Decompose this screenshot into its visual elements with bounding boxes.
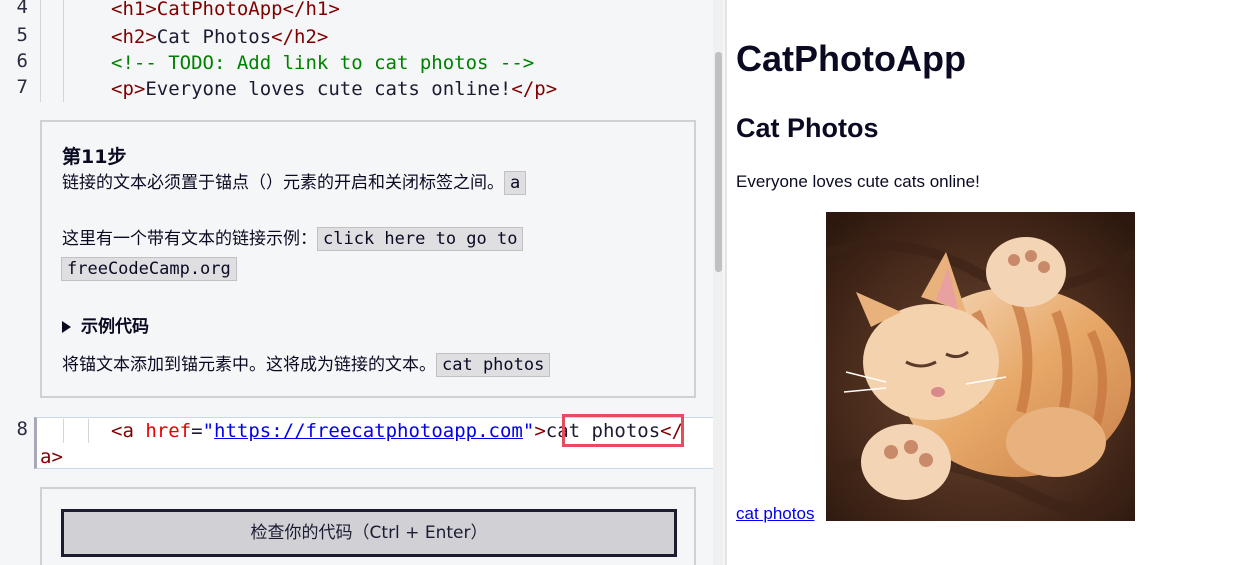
code-url: https://freecatphotoapp.com — [214, 420, 523, 442]
code-punct: = — [191, 420, 203, 442]
code-tag: </h2> — [271, 26, 329, 48]
inline-code: a — [504, 171, 527, 195]
code-tag: > — [534, 420, 546, 442]
instruction-paragraph: 链接的文本必须置于锚点（）元素的开启和关闭标签之间。 a — [62, 170, 527, 196]
code-attr: href — [145, 420, 192, 442]
cat-image — [826, 212, 1135, 521]
highlight-box — [562, 414, 684, 447]
check-code-button[interactable]: 检查你的代码（Ctrl + Enter） — [61, 509, 677, 557]
line-number: 7 — [16, 76, 28, 98]
details-label: 示例代码 — [81, 317, 149, 337]
instructions-panel: 第11步 链接的文本必须置于锚点（）元素的开启和关闭标签之间。 a 这里有一个带有… — [40, 120, 696, 398]
code-text: Cat Photos — [156, 26, 272, 48]
code-quote: " — [202, 420, 215, 442]
inline-code: cat photos — [436, 353, 551, 377]
instruction-paragraph: 将锚文本添加到锚元素中。这将成为链接的文本。 cat photos — [62, 352, 551, 378]
instruction-text: 链接的文本必须置于锚点（）元素的开启和关闭标签之间。 — [62, 173, 504, 193]
code-line-h2[interactable]: <h2>Cat Photos</h2> — [111, 24, 328, 50]
code-tag: <h2> — [111, 26, 157, 48]
code-line-comment[interactable]: <!-- TODO: Add link to cat photos --> — [111, 50, 534, 76]
preview-paragraph: Everyone loves cute cats online! — [736, 172, 980, 191]
scrollbar-thumb[interactable] — [715, 52, 722, 272]
code-editor-pane[interactable]: 4 5 6 7 <h1>CatPhotoApp</h1> <h2>Cat Pho… — [0, 0, 725, 565]
preview-pane: CatPhotoApp Cat Photos Everyone loves cu… — [727, 0, 1240, 565]
code-text: Everyone loves cute cats online! — [145, 78, 512, 100]
line-number: 6 — [16, 50, 28, 72]
code-line-wrap[interactable]: a> — [40, 444, 63, 470]
line-number: 8 — [16, 418, 28, 440]
line-number: 5 — [16, 24, 28, 46]
preview-heading-h1: CatPhotoApp — [736, 38, 966, 79]
cat-photos-link[interactable]: cat photos — [736, 504, 814, 524]
triangle-right-icon — [62, 321, 71, 333]
inline-code: freeCodeCamp.org — [61, 257, 237, 281]
inline-code: click here to go to — [317, 227, 524, 251]
code-tag: <a — [111, 420, 134, 442]
instruction-paragraph: 这里有一个带有文本的链接示例： click here to go to — [62, 226, 524, 252]
code-tag: </p> — [511, 78, 558, 100]
indent-guide — [88, 419, 89, 443]
indent-guide — [40, 0, 41, 102]
code-line-h1[interactable]: <h1>CatPhotoApp</h1> — [111, 0, 340, 22]
instruction-text: 将锚文本添加到锚元素中。这将成为链接的文本。 — [62, 355, 436, 375]
preview-heading-h2: Cat Photos — [736, 113, 879, 143]
line-number: 4 — [16, 0, 28, 18]
indent-guide — [63, 0, 64, 102]
example-code-toggle[interactable]: 示例代码 — [62, 312, 149, 337]
step-title: 第11步 — [62, 146, 127, 168]
code-tag: <p> — [111, 78, 146, 100]
indent-guide — [63, 419, 64, 443]
instruction-text: 这里有一个带有文本的链接示例： — [62, 229, 317, 249]
code-line-p[interactable]: <p>Everyone loves cute cats online!</p> — [111, 76, 557, 102]
code-quote: " — [522, 420, 535, 442]
instruction-paragraph: freeCodeCamp.org — [61, 256, 237, 282]
